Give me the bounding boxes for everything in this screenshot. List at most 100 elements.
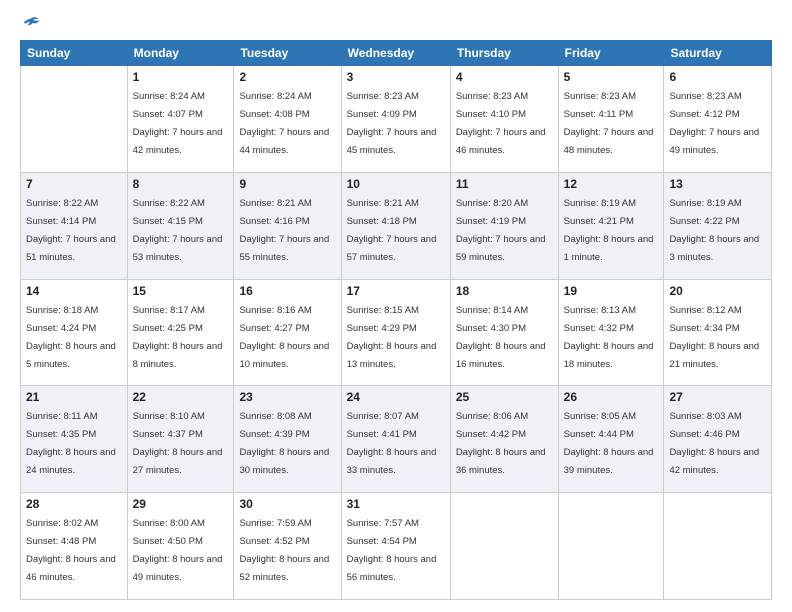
- day-cell: 19 Sunrise: 8:13 AMSunset: 4:32 PMDaylig…: [558, 279, 664, 386]
- day-number: 19: [564, 284, 659, 298]
- day-cell: 28 Sunrise: 8:02 AMSunset: 4:48 PMDaylig…: [21, 493, 128, 600]
- day-number: 30: [239, 497, 335, 511]
- day-info: Sunrise: 8:14 AMSunset: 4:30 PMDaylight:…: [456, 305, 546, 370]
- day-info: Sunrise: 8:23 AMSunset: 4:09 PMDaylight:…: [347, 91, 437, 156]
- day-info: Sunrise: 8:13 AMSunset: 4:32 PMDaylight:…: [564, 305, 654, 370]
- day-number: 3: [347, 70, 445, 84]
- day-info: Sunrise: 8:02 AMSunset: 4:48 PMDaylight:…: [26, 518, 116, 583]
- day-cell: 27 Sunrise: 8:03 AMSunset: 4:46 PMDaylig…: [664, 386, 772, 493]
- header: [20, 16, 772, 30]
- day-number: 31: [347, 497, 445, 511]
- day-number: 6: [669, 70, 766, 84]
- day-cell: [664, 493, 772, 600]
- day-info: Sunrise: 8:15 AMSunset: 4:29 PMDaylight:…: [347, 305, 437, 370]
- day-number: 13: [669, 177, 766, 191]
- day-cell: 21 Sunrise: 8:11 AMSunset: 4:35 PMDaylig…: [21, 386, 128, 493]
- day-info: Sunrise: 8:10 AMSunset: 4:37 PMDaylight:…: [133, 411, 223, 476]
- day-number: 7: [26, 177, 122, 191]
- day-info: Sunrise: 8:07 AMSunset: 4:41 PMDaylight:…: [347, 411, 437, 476]
- day-info: Sunrise: 8:19 AMSunset: 4:22 PMDaylight:…: [669, 198, 759, 263]
- day-info: Sunrise: 8:16 AMSunset: 4:27 PMDaylight:…: [239, 305, 329, 370]
- day-info: Sunrise: 8:23 AMSunset: 4:11 PMDaylight:…: [564, 91, 654, 156]
- day-number: 17: [347, 284, 445, 298]
- day-cell: [450, 493, 558, 600]
- day-info: Sunrise: 7:59 AMSunset: 4:52 PMDaylight:…: [239, 518, 329, 583]
- day-info: Sunrise: 8:12 AMSunset: 4:34 PMDaylight:…: [669, 305, 759, 370]
- day-info: Sunrise: 8:21 AMSunset: 4:18 PMDaylight:…: [347, 198, 437, 263]
- day-cell: 16 Sunrise: 8:16 AMSunset: 4:27 PMDaylig…: [234, 279, 341, 386]
- day-cell: 14 Sunrise: 8:18 AMSunset: 4:24 PMDaylig…: [21, 279, 128, 386]
- day-info: Sunrise: 8:18 AMSunset: 4:24 PMDaylight:…: [26, 305, 116, 370]
- day-number: 25: [456, 390, 553, 404]
- day-number: 12: [564, 177, 659, 191]
- day-number: 5: [564, 70, 659, 84]
- day-info: Sunrise: 8:19 AMSunset: 4:21 PMDaylight:…: [564, 198, 654, 263]
- day-cell: 23 Sunrise: 8:08 AMSunset: 4:39 PMDaylig…: [234, 386, 341, 493]
- day-cell: 17 Sunrise: 8:15 AMSunset: 4:29 PMDaylig…: [341, 279, 450, 386]
- week-row-1: 7 Sunrise: 8:22 AMSunset: 4:14 PMDayligh…: [21, 172, 772, 279]
- day-cell: [21, 66, 128, 173]
- day-cell: 7 Sunrise: 8:22 AMSunset: 4:14 PMDayligh…: [21, 172, 128, 279]
- logo-bird-icon: [22, 16, 40, 30]
- day-cell: 20 Sunrise: 8:12 AMSunset: 4:34 PMDaylig…: [664, 279, 772, 386]
- day-cell: 3 Sunrise: 8:23 AMSunset: 4:09 PMDayligh…: [341, 66, 450, 173]
- day-info: Sunrise: 7:57 AMSunset: 4:54 PMDaylight:…: [347, 518, 437, 583]
- week-row-0: 1 Sunrise: 8:24 AMSunset: 4:07 PMDayligh…: [21, 66, 772, 173]
- day-number: 4: [456, 70, 553, 84]
- day-cell: 4 Sunrise: 8:23 AMSunset: 4:10 PMDayligh…: [450, 66, 558, 173]
- day-number: 8: [133, 177, 229, 191]
- day-number: 9: [239, 177, 335, 191]
- day-info: Sunrise: 8:03 AMSunset: 4:46 PMDaylight:…: [669, 411, 759, 476]
- col-friday: Friday: [558, 41, 664, 66]
- day-cell: 6 Sunrise: 8:23 AMSunset: 4:12 PMDayligh…: [664, 66, 772, 173]
- day-number: 1: [133, 70, 229, 84]
- day-number: 20: [669, 284, 766, 298]
- day-number: 2: [239, 70, 335, 84]
- logo: [20, 16, 40, 30]
- day-number: 16: [239, 284, 335, 298]
- week-row-2: 14 Sunrise: 8:18 AMSunset: 4:24 PMDaylig…: [21, 279, 772, 386]
- week-row-4: 28 Sunrise: 8:02 AMSunset: 4:48 PMDaylig…: [21, 493, 772, 600]
- day-number: 22: [133, 390, 229, 404]
- day-cell: 12 Sunrise: 8:19 AMSunset: 4:21 PMDaylig…: [558, 172, 664, 279]
- day-cell: 26 Sunrise: 8:05 AMSunset: 4:44 PMDaylig…: [558, 386, 664, 493]
- col-thursday: Thursday: [450, 41, 558, 66]
- week-row-3: 21 Sunrise: 8:11 AMSunset: 4:35 PMDaylig…: [21, 386, 772, 493]
- col-saturday: Saturday: [664, 41, 772, 66]
- logo-text: [20, 16, 40, 30]
- day-cell: [558, 493, 664, 600]
- day-info: Sunrise: 8:24 AMSunset: 4:08 PMDaylight:…: [239, 91, 329, 156]
- page: Sunday Monday Tuesday Wednesday Thursday…: [0, 0, 792, 612]
- day-info: Sunrise: 8:05 AMSunset: 4:44 PMDaylight:…: [564, 411, 654, 476]
- day-cell: 31 Sunrise: 7:57 AMSunset: 4:54 PMDaylig…: [341, 493, 450, 600]
- day-cell: 30 Sunrise: 7:59 AMSunset: 4:52 PMDaylig…: [234, 493, 341, 600]
- col-sunday: Sunday: [21, 41, 128, 66]
- day-cell: 22 Sunrise: 8:10 AMSunset: 4:37 PMDaylig…: [127, 386, 234, 493]
- day-cell: 1 Sunrise: 8:24 AMSunset: 4:07 PMDayligh…: [127, 66, 234, 173]
- day-info: Sunrise: 8:08 AMSunset: 4:39 PMDaylight:…: [239, 411, 329, 476]
- day-number: 11: [456, 177, 553, 191]
- day-cell: 5 Sunrise: 8:23 AMSunset: 4:11 PMDayligh…: [558, 66, 664, 173]
- day-number: 10: [347, 177, 445, 191]
- day-number: 28: [26, 497, 122, 511]
- day-number: 15: [133, 284, 229, 298]
- header-row: Sunday Monday Tuesday Wednesday Thursday…: [21, 41, 772, 66]
- day-number: 14: [26, 284, 122, 298]
- day-cell: 18 Sunrise: 8:14 AMSunset: 4:30 PMDaylig…: [450, 279, 558, 386]
- day-info: Sunrise: 8:11 AMSunset: 4:35 PMDaylight:…: [26, 411, 116, 476]
- calendar-table: Sunday Monday Tuesday Wednesday Thursday…: [20, 40, 772, 600]
- day-info: Sunrise: 8:20 AMSunset: 4:19 PMDaylight:…: [456, 198, 546, 263]
- day-info: Sunrise: 8:24 AMSunset: 4:07 PMDaylight:…: [133, 91, 223, 156]
- day-cell: 9 Sunrise: 8:21 AMSunset: 4:16 PMDayligh…: [234, 172, 341, 279]
- day-number: 29: [133, 497, 229, 511]
- day-cell: 24 Sunrise: 8:07 AMSunset: 4:41 PMDaylig…: [341, 386, 450, 493]
- day-info: Sunrise: 8:22 AMSunset: 4:14 PMDaylight:…: [26, 198, 116, 263]
- day-cell: 29 Sunrise: 8:00 AMSunset: 4:50 PMDaylig…: [127, 493, 234, 600]
- day-info: Sunrise: 8:00 AMSunset: 4:50 PMDaylight:…: [133, 518, 223, 583]
- day-cell: 15 Sunrise: 8:17 AMSunset: 4:25 PMDaylig…: [127, 279, 234, 386]
- day-number: 23: [239, 390, 335, 404]
- day-info: Sunrise: 8:06 AMSunset: 4:42 PMDaylight:…: [456, 411, 546, 476]
- col-tuesday: Tuesday: [234, 41, 341, 66]
- day-info: Sunrise: 8:22 AMSunset: 4:15 PMDaylight:…: [133, 198, 223, 263]
- col-wednesday: Wednesday: [341, 41, 450, 66]
